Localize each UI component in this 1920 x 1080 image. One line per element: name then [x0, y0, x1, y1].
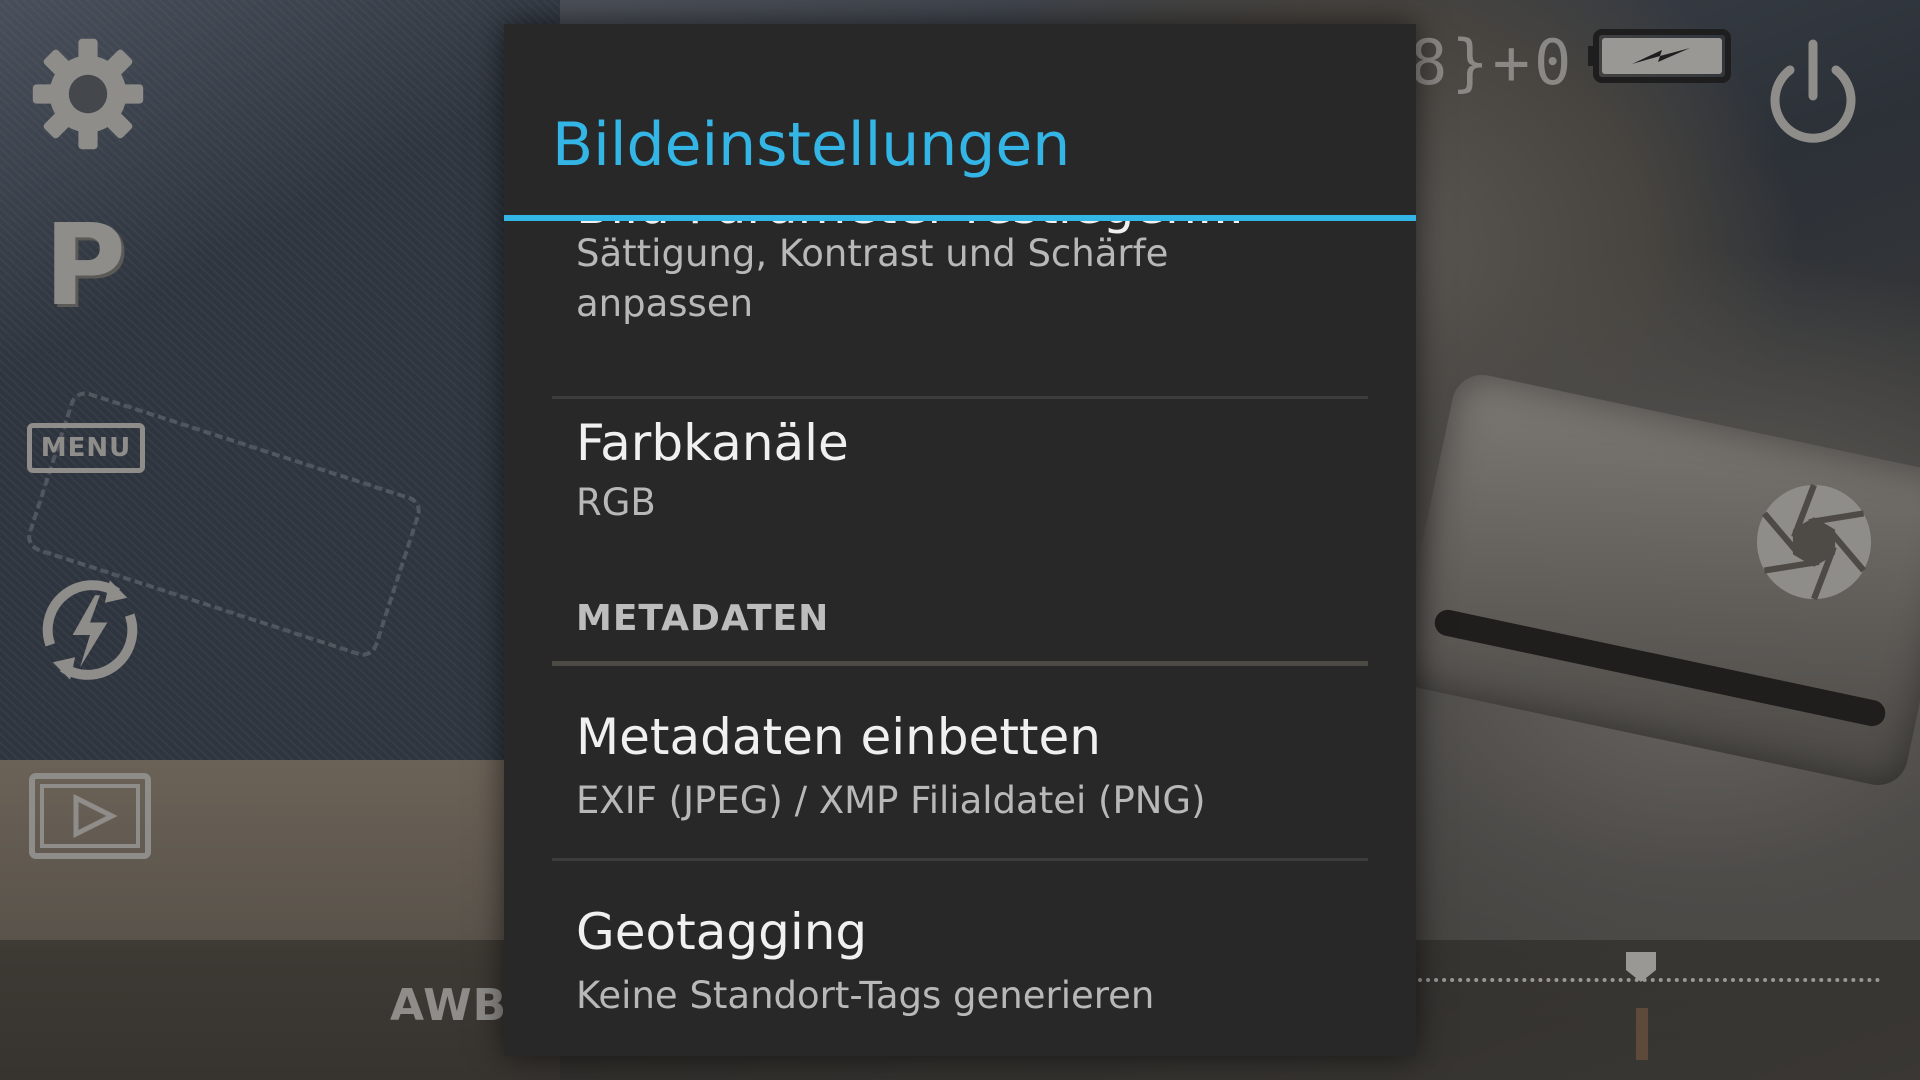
- exposure-readout: 8}+0: [1410, 26, 1576, 99]
- pref-item-summary: EXIF (JPEG) / XMP Filialdatei (PNG): [576, 779, 1206, 822]
- category-divider: [552, 661, 1368, 666]
- dialog-title: Bildeinstellungen: [552, 110, 1071, 180]
- shutter-aperture-icon[interactable]: [1752, 480, 1876, 604]
- power-icon[interactable]: [1760, 36, 1866, 152]
- shooting-mode-button[interactable]: P: [44, 210, 126, 322]
- menu-button[interactable]: MENU: [27, 423, 145, 473]
- exposure-slider-indicator: [1636, 1008, 1648, 1060]
- pref-item-summary: Sättigung, Kontrast und Schärfe: [576, 232, 1169, 275]
- pref-item-summary-continued: anpassen: [576, 282, 754, 325]
- white-balance-button[interactable]: AWB: [390, 980, 507, 1031]
- exposure-slider-thumb[interactable]: [1624, 950, 1658, 984]
- pref-item-summary: Keine Standort-Tags generieren: [576, 974, 1155, 1017]
- pref-item-summary: RGB: [576, 481, 656, 524]
- pref-item-title: Metadaten einbetten: [576, 708, 1101, 766]
- gear-icon[interactable]: [28, 34, 148, 154]
- category-header-metadata: METADATEN: [576, 598, 830, 639]
- flash-auto-icon[interactable]: [28, 568, 152, 692]
- pref-item-title: Geotagging: [576, 903, 868, 961]
- settings-list[interactable]: Bild-Parameter festlegen... Sättigung, K…: [504, 221, 1416, 1056]
- image-settings-dialog: Bildeinstellungen Bild-Parameter festleg…: [504, 24, 1416, 1056]
- playback-icon[interactable]: [28, 772, 152, 860]
- list-divider: [552, 858, 1368, 861]
- list-divider: [552, 396, 1368, 399]
- pref-item-title: Farbkanäle: [576, 414, 849, 472]
- battery-charging-icon: [1588, 29, 1731, 83]
